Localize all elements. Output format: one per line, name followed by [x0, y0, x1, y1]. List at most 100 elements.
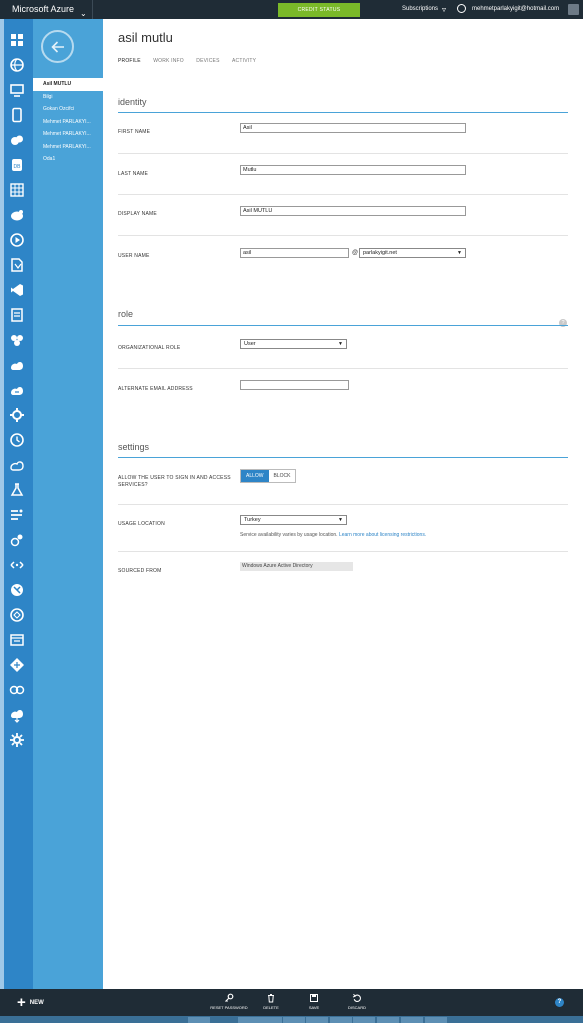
- user-name-field[interactable]: asil: [240, 248, 349, 258]
- filter-icon[interactable]: ▿: [442, 5, 446, 14]
- caret-down-icon: ▼: [457, 250, 462, 256]
- taskbar-strip: [0, 1016, 583, 1023]
- caret-down-icon: ▼: [338, 517, 343, 523]
- help-button[interactable]: ?: [555, 998, 564, 1007]
- machine-learning-icon[interactable]: [9, 482, 25, 498]
- account-email[interactable]: mehmetparlakyigit@hotmail.com: [472, 0, 559, 19]
- stream-analytics-icon[interactable]: [9, 507, 25, 523]
- visual-studio-online-icon[interactable]: [9, 282, 25, 298]
- tab-profile[interactable]: PROFILE: [118, 58, 141, 64]
- domain-value: parlakyigit.net: [363, 250, 397, 256]
- user-list-item[interactable]: Asil MUTLU: [33, 78, 103, 91]
- note-text: Service availability varies by usage loc…: [240, 532, 338, 538]
- avatar[interactable]: [568, 4, 579, 15]
- org-role-select[interactable]: User ▼: [240, 339, 347, 349]
- display-name-field[interactable]: Asil MUTLU: [240, 206, 466, 216]
- taskbar-tile[interactable]: [330, 1017, 352, 1023]
- all-items-icon[interactable]: [9, 32, 25, 48]
- tab-activity[interactable]: ACTIVITY: [232, 58, 256, 64]
- row-divider: [118, 504, 568, 505]
- licensing-link[interactable]: Learn more about licensing restrictions.: [339, 532, 426, 538]
- undo-icon: [352, 993, 361, 1003]
- media-services-icon[interactable]: [9, 232, 25, 248]
- sql-databases-icon[interactable]: DB: [9, 157, 25, 173]
- cache-icon[interactable]: [9, 307, 25, 323]
- user-list-item[interactable]: Oda1: [33, 153, 103, 166]
- allow-button[interactable]: ALLOW: [241, 470, 269, 482]
- block-button[interactable]: BLOCK: [268, 470, 296, 482]
- taskbar-tile[interactable]: [425, 1017, 447, 1023]
- networks-icon[interactable]: [9, 557, 25, 573]
- new-button[interactable]: + NEW: [17, 994, 44, 1011]
- discard-label: DISCARD: [347, 1005, 366, 1010]
- taskbar-tile[interactable]: [260, 1017, 282, 1023]
- api-management-icon[interactable]: [9, 457, 25, 473]
- row-divider: [118, 551, 568, 552]
- section-settings-heading: settings: [118, 442, 150, 452]
- section-identity-heading: identity: [118, 97, 147, 107]
- reset-password-button[interactable]: RESET PASSWORD: [206, 993, 252, 1010]
- user-list-item[interactable]: Mehmet PARLAKYI...: [33, 128, 103, 141]
- recovery-services-icon[interactable]: [9, 357, 25, 373]
- user-list-item[interactable]: Mehmet PARLAKYI...: [33, 116, 103, 129]
- main-panel: asil mutlu PROFILE WORK INFO DEVICES ACT…: [103, 19, 583, 989]
- mobile-services-icon[interactable]: [9, 107, 25, 123]
- tab-work-info[interactable]: WORK INFO: [153, 58, 184, 64]
- automation-icon[interactable]: [9, 407, 25, 423]
- taskbar-tile[interactable]: [306, 1017, 328, 1023]
- domain-select[interactable]: parlakyigit.net ▼: [359, 248, 466, 258]
- virtual-machines-icon[interactable]: [9, 82, 25, 98]
- user-list-item[interactable]: Bilgi: [33, 91, 103, 104]
- hdinsight-icon[interactable]: [9, 207, 25, 223]
- svg-text:DB: DB: [14, 164, 22, 170]
- user-list: Asil MUTLU Bilgi Gokan Ozcifci Mehmet PARLA…: [33, 78, 103, 166]
- reset-password-label: RESET PASSWORD: [210, 1005, 248, 1010]
- plus-icon: +: [17, 994, 26, 1011]
- tab-bar: PROFILE WORK INFO DEVICES ACTIVITY: [118, 58, 267, 64]
- settings-icon[interactable]: [9, 732, 25, 748]
- remoteapp-icon[interactable]: [9, 607, 25, 623]
- delete-button[interactable]: DELETE: [260, 993, 282, 1010]
- save-icon: [310, 994, 318, 1002]
- sign-in-toggle[interactable]: ALLOW BLOCK: [240, 469, 297, 483]
- page-title: asil mutlu: [118, 30, 173, 45]
- first-name-field[interactable]: Asil: [240, 123, 466, 133]
- service-bus-icon[interactable]: [9, 257, 25, 273]
- usage-location-select[interactable]: Turkey ▼: [240, 515, 347, 525]
- scheduler-icon[interactable]: [9, 432, 25, 448]
- alt-email-label: ALTERNATE EMAIL ADDRESS: [118, 386, 193, 392]
- row-divider: [118, 368, 568, 369]
- taskbar-tile[interactable]: [283, 1017, 305, 1023]
- storsimple-icon[interactable]: [9, 707, 25, 723]
- save-button[interactable]: SAVE: [303, 993, 325, 1010]
- section-divider: [118, 457, 568, 458]
- operational-insights-icon[interactable]: [9, 532, 25, 548]
- marketplace-icon[interactable]: [9, 682, 25, 698]
- storage-icon[interactable]: [9, 182, 25, 198]
- tab-devices[interactable]: DEVICES: [196, 58, 219, 64]
- active-directory-icon[interactable]: [4, 653, 37, 677]
- traffic-manager-icon[interactable]: [9, 582, 25, 598]
- save-label: SAVE: [308, 1005, 320, 1010]
- user-list-item[interactable]: Mehmet PARLAKYI...: [33, 141, 103, 154]
- last-name-field[interactable]: Mutlu: [240, 165, 466, 175]
- cdn-icon[interactable]: [9, 382, 25, 398]
- user-list-item[interactable]: Gokan Ozcifci: [33, 103, 103, 116]
- taskbar-tile[interactable]: [353, 1017, 375, 1023]
- taskbar-tile[interactable]: [188, 1017, 210, 1023]
- back-button[interactable]: [41, 30, 74, 63]
- brand-menu[interactable]: Microsoft Azure ⌄: [0, 0, 93, 19]
- taskbar-tile[interactable]: [377, 1017, 399, 1023]
- globe-icon[interactable]: [457, 4, 466, 13]
- cloud-services-icon[interactable]: [9, 132, 25, 148]
- section-role-heading: role: [118, 309, 134, 319]
- taskbar-tile[interactable]: [401, 1017, 423, 1023]
- management-services-icon[interactable]: [9, 632, 25, 648]
- subscriptions-link[interactable]: Subscriptions: [402, 0, 438, 19]
- discard-button[interactable]: DISCARD: [344, 993, 370, 1010]
- biztalk-services-icon[interactable]: [9, 332, 25, 348]
- alt-email-field[interactable]: [240, 380, 349, 390]
- web-sites-icon[interactable]: [9, 57, 25, 73]
- credit-status-button[interactable]: CREDIT STATUS: [278, 3, 360, 17]
- taskbar-tile[interactable]: [238, 1017, 260, 1023]
